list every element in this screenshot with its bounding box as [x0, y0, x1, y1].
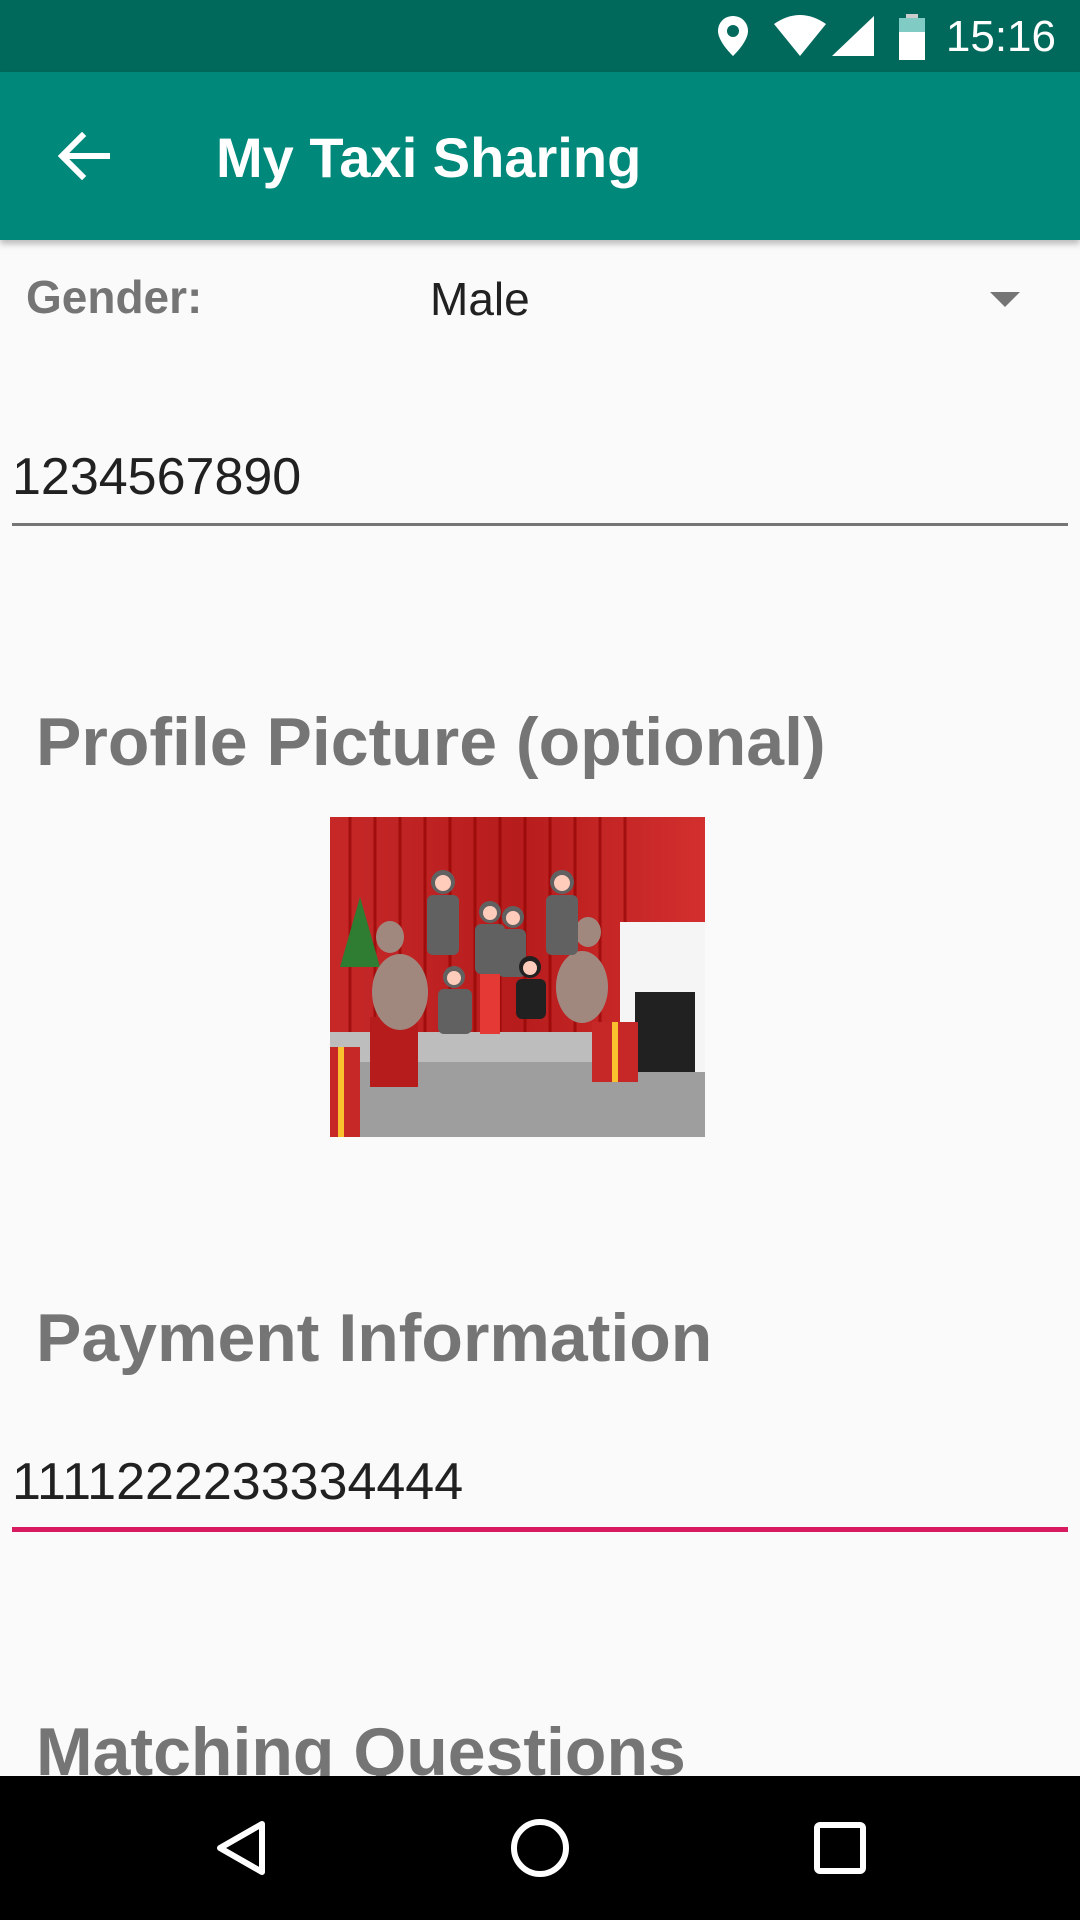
page-title: My Taxi Sharing [216, 126, 642, 189]
profile-photo-image [330, 817, 705, 1137]
payment-card-field[interactable] [12, 1436, 1068, 1532]
nav-home-button[interactable] [490, 1798, 590, 1898]
app-bar: My Taxi Sharing [0, 72, 1080, 240]
profile-form: Gender: Male Profile Picture (optional) [0, 240, 1080, 1776]
location-icon [718, 16, 748, 56]
status-bar: 15:16 [0, 0, 1080, 72]
nav-recents-button[interactable] [790, 1798, 890, 1898]
dropdown-arrow-icon [990, 292, 1020, 307]
battery-icon [899, 14, 925, 60]
profile-picture-heading: Profile Picture (optional) [36, 704, 826, 780]
gender-selected-value: Male [430, 273, 530, 325]
back-button[interactable] [40, 112, 128, 200]
recents-square-icon [814, 1822, 866, 1874]
profile-picture[interactable] [330, 817, 705, 1137]
arrow-back-icon [58, 132, 110, 180]
status-time: 15:16 [945, 12, 1056, 61]
gender-label: Gender: [26, 271, 203, 323]
payment-information-heading: Payment Information [36, 1300, 713, 1376]
cell-signal-icon [832, 16, 874, 56]
home-circle-icon [511, 1819, 569, 1877]
gender-dropdown[interactable]: Male [400, 240, 1040, 360]
matching-questions-heading: Matching Questions [36, 1714, 686, 1776]
navigation-bar [0, 1776, 1080, 1920]
back-triangle-icon [217, 1821, 265, 1875]
wifi-icon [774, 15, 826, 56]
nav-back-button[interactable] [190, 1798, 290, 1898]
phone-field[interactable] [12, 430, 1068, 526]
